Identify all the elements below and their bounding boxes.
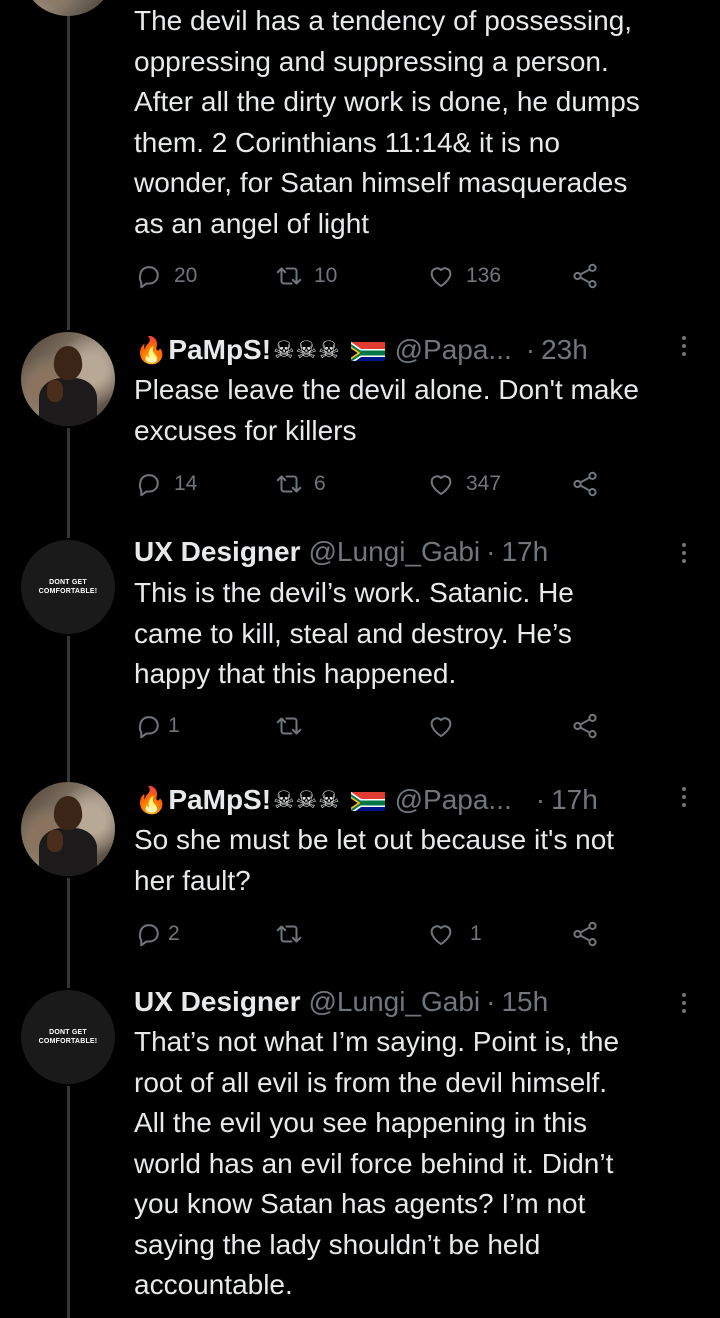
tweet-actions: 14 6 347 [134, 464, 614, 504]
tweet-actions: 1 [134, 706, 614, 746]
share-icon [573, 471, 597, 497]
separator-dot: · [486, 536, 496, 567]
thread-line [67, 636, 70, 782]
timestamp[interactable]: 17h [501, 536, 548, 568]
share-button[interactable] [570, 464, 600, 504]
display-name[interactable]: PaMpS! [168, 784, 271, 816]
avatar[interactable]: DONT GET COMFORTABLE! [21, 990, 115, 1084]
more-button[interactable] [674, 333, 694, 365]
tweet-text: Please leave the devil alone. Don't make… [134, 374, 639, 446]
thread-line [67, 878, 70, 988]
avatar-label: DONT GET COMFORTABLE! [38, 1029, 98, 1045]
handle[interactable]: @Papa... [395, 784, 512, 816]
more-button[interactable] [674, 540, 694, 572]
thread-line [67, 428, 70, 538]
share-button[interactable] [570, 256, 600, 296]
south-africa-flag-icon [350, 339, 385, 361]
share-button[interactable] [570, 914, 600, 954]
reply-icon [138, 474, 159, 497]
tweet-header: 🔥 PaMpS! ☠☠☠ @Papa... · 17h [134, 780, 598, 820]
like-button[interactable] [426, 706, 456, 746]
tweet-header: 🔥 PaMpS! ☠☠☠ @Papa... · 23h [134, 330, 588, 370]
thread-line [67, 0, 70, 330]
like-count: 347 [466, 472, 502, 495]
share-button[interactable] [570, 706, 600, 746]
fire-emoji: 🔥 [135, 334, 168, 365]
timestamp[interactable]: 23h [541, 334, 588, 366]
skull-emojis: ☠☠☠ [273, 786, 341, 814]
retweet-count: 6 [314, 472, 326, 495]
handle[interactable]: @Lungi_Gabi [309, 986, 481, 1018]
reply-count: 14 [174, 472, 198, 495]
tweet-text: So she must be let out because it's not … [134, 824, 615, 896]
reply-count: 20 [174, 264, 198, 287]
tweet-actions: 2 1 [134, 914, 614, 954]
share-icon [573, 713, 597, 739]
reply-button[interactable]: 20 [134, 256, 197, 296]
timestamp[interactable]: 15h [501, 986, 548, 1018]
tweet-text: This is the devil’s work. Satanic. He ca… [134, 577, 574, 689]
retweet-icon [276, 475, 302, 493]
fire-emoji: 🔥 [135, 784, 168, 815]
handle[interactable]: @Lungi_Gabi [309, 536, 481, 568]
handle[interactable]: @Papa... [395, 334, 512, 366]
thread-line [67, 1086, 70, 1318]
display-name[interactable]: UX Designer [134, 536, 301, 568]
tweet-actions: 20 10 136 [134, 256, 614, 296]
avatar[interactable] [21, 0, 115, 16]
skull-emojis: ☠☠☠ [273, 336, 341, 364]
reply-button[interactable]: 14 [134, 464, 197, 504]
retweet-button[interactable]: 10 [274, 256, 337, 296]
tweet-header: UX Designer @Lungi_Gabi · 17h [134, 532, 548, 572]
like-button[interactable]: 347 [426, 464, 501, 504]
separator-dot: · [486, 986, 496, 1017]
retweet-icon [276, 267, 302, 285]
like-button[interactable]: 136 [426, 256, 501, 296]
reply-icon [138, 924, 159, 947]
heart-icon [430, 267, 452, 287]
south-africa-flag-icon [350, 789, 385, 811]
tweet-text: That’s not what I’m saying. Point is, th… [134, 1026, 620, 1300]
more-button[interactable] [674, 990, 694, 1022]
reply-count: 2 [168, 922, 180, 945]
heart-icon [430, 475, 452, 495]
share-icon [573, 921, 597, 947]
retweet-button[interactable] [274, 914, 304, 954]
separator-dot: · [525, 334, 536, 365]
avatar[interactable]: DONT GET COMFORTABLE! [21, 540, 115, 634]
tweet-header: UX Designer @Lungi_Gabi · 15h [134, 982, 548, 1022]
retweet-button[interactable]: 6 [274, 464, 326, 504]
retweet-button[interactable] [274, 706, 304, 746]
heart-icon [430, 717, 452, 737]
avatar[interactable] [21, 782, 115, 876]
display-name[interactable]: PaMpS! [168, 334, 271, 366]
avatar-label: DONT GET COMFORTABLE! [38, 579, 98, 595]
like-button[interactable]: 1 [426, 914, 482, 954]
like-count: 1 [470, 922, 482, 945]
reply-icon [138, 266, 159, 289]
more-button[interactable] [674, 784, 694, 816]
share-icon [573, 263, 597, 289]
reply-icon [138, 716, 159, 739]
timestamp[interactable]: 17h [551, 784, 598, 816]
reply-button[interactable]: 2 [134, 914, 180, 954]
like-count: 136 [466, 264, 502, 287]
reply-button[interactable]: 1 [134, 706, 180, 746]
avatar[interactable] [21, 332, 115, 426]
display-name[interactable]: UX Designer [134, 986, 301, 1018]
retweet-icon [276, 925, 302, 943]
separator-dot: · [535, 784, 546, 815]
retweet-icon [276, 717, 302, 735]
retweet-count: 10 [314, 264, 338, 287]
reply-count: 1 [168, 714, 180, 737]
heart-icon [430, 925, 452, 945]
tweet-text: The devil has a tendency of possessing, … [134, 5, 640, 239]
